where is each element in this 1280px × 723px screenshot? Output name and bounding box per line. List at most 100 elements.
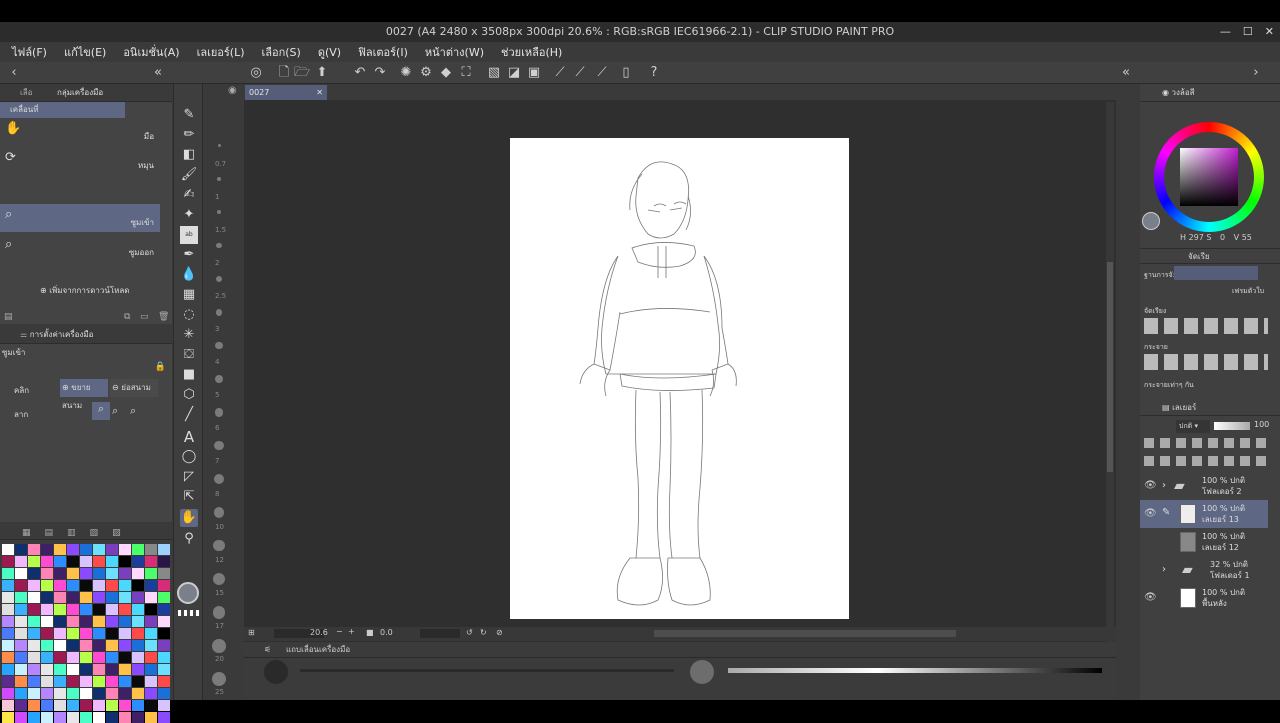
layer-property-buttons[interactable] [1144,438,1272,448]
fill-icon[interactable]: ◆ [438,65,454,81]
color-swatch[interactable] [132,556,144,567]
color-swatch[interactable] [119,688,131,699]
color-swatch[interactable] [145,652,157,663]
color-swatch[interactable] [145,640,157,651]
color-swatch[interactable] [28,652,40,663]
tab-tool-list[interactable]: เลือ [20,88,32,97]
layer-row[interactable]: 👁 100 % ปกติ พื้นหลัง [1140,584,1268,612]
color-swatch[interactable] [93,604,105,615]
brush-size-preset[interactable] [212,606,226,619]
color-swatch[interactable] [93,640,105,651]
color-swatch[interactable] [15,700,27,711]
color-swatch[interactable] [106,568,118,579]
color-swatch[interactable] [93,556,105,567]
color-swatch[interactable] [93,676,105,687]
brush-size-slider-track[interactable] [300,669,674,672]
color-swatch[interactable] [132,592,144,603]
color-swatch[interactable] [54,556,66,567]
zoom-out-option[interactable]: ⊖ ย่อสนาม [110,379,158,397]
loading-icon[interactable]: ✺ [398,65,414,81]
balloon-tool-icon[interactable]: ◯ [180,448,198,466]
color-swatch[interactable] [41,676,53,687]
color-swatch[interactable] [2,580,14,591]
color-swatch[interactable] [106,652,118,663]
color-swatch[interactable] [54,604,66,615]
color-swatch[interactable] [67,640,79,651]
color-swatch[interactable] [15,652,27,663]
brush-size-preset[interactable] [214,408,224,417]
color-swatch[interactable] [54,544,66,555]
color-swatch[interactable] [41,640,53,651]
brush-size-preset[interactable] [214,441,224,451]
color-swatch[interactable] [28,664,40,675]
eye-icon[interactable]: 👁 [1144,508,1157,519]
minimize-button[interactable]: — [1220,22,1231,42]
color-swatch[interactable] [158,652,170,663]
brush-size-preset[interactable] [215,309,223,316]
color-swatch[interactable] [15,640,27,651]
color-swatch[interactable] [145,700,157,711]
color-swatch[interactable] [80,640,92,651]
subtool-zoom-out[interactable]: ⌕ ซูมออก [0,234,160,262]
undo-icon[interactable]: ↶ [352,65,368,81]
color-swatch[interactable] [15,604,27,615]
color-swatch[interactable] [28,604,40,615]
color-swatch[interactable] [67,604,79,615]
angle-slider[interactable] [420,629,460,638]
subtool-zoom-in[interactable]: ⌕ ซูมเข้า [0,204,160,232]
color-swatch[interactable] [28,676,40,687]
tool-property-tab[interactable]: การตั้งค่าเครื่องมือ [30,330,94,339]
ruler-snap-icon[interactable]: ⟋ [552,65,568,81]
grid-snap-icon[interactable]: ⟋ [594,65,610,81]
color-swatch[interactable] [80,712,92,723]
distribute-buttons[interactable] [1144,354,1268,370]
blend-tool-icon[interactable]: 💧 [180,266,198,284]
color-swatch[interactable] [132,616,144,627]
vertical-scroll-thumb[interactable] [1107,262,1113,472]
color-swatch[interactable] [41,592,53,603]
chevron-right-icon[interactable]: › [1248,65,1264,81]
menu-file[interactable]: ไฟล์(F) [12,43,47,61]
color-swatch[interactable] [106,592,118,603]
color-swatch[interactable] [28,592,40,603]
color-swatch[interactable] [132,640,144,651]
color-swatch[interactable] [158,688,170,699]
color-swatch[interactable] [158,604,170,615]
layer-command-buttons[interactable] [1144,456,1272,466]
color-swatch[interactable] [41,688,53,699]
color-swatch[interactable] [158,556,170,567]
color-swatch[interactable] [54,616,66,627]
color-swatch[interactable] [67,700,79,711]
3d-object-tool-icon[interactable]: ⬡ [180,386,198,404]
fill-tool-icon[interactable]: ⛋ [180,346,198,364]
color-swatch[interactable] [15,712,27,723]
color-swatch[interactable] [28,568,40,579]
color-swatch[interactable] [67,544,79,555]
color-swatch[interactable] [145,592,157,603]
color-swatch[interactable] [67,616,79,627]
angle-value[interactable]: 0.0 [380,628,393,637]
color-swatch[interactable] [41,616,53,627]
color-swatch[interactable] [132,688,144,699]
color-swatch[interactable] [2,676,14,687]
align-target-buttons[interactable] [1174,266,1258,280]
color-swatch[interactable] [54,580,66,591]
color-swatch[interactable] [41,604,53,615]
menu-window[interactable]: หน้าต่าง(W) [425,43,484,61]
color-swatch[interactable] [93,616,105,627]
selection-clear-icon[interactable]: ▧ [486,65,502,81]
color-history-tab-icon[interactable]: ▧ [90,524,99,539]
color-swatch[interactable] [132,664,144,675]
color-swatch[interactable] [2,616,14,627]
color-swatch[interactable] [93,712,105,723]
help-icon[interactable]: ? [646,65,662,81]
menu-filter[interactable]: ฟิลเตอร์(I) [358,43,408,61]
color-swatch[interactable] [15,592,27,603]
color-swatch[interactable] [119,652,131,663]
pen-nib-tool-icon[interactable]: ✒ [180,246,198,264]
color-swatch[interactable] [80,556,92,567]
color-swatch[interactable] [67,712,79,723]
color-swatch[interactable] [2,604,14,615]
settings-gear-icon[interactable]: ⚙ [418,65,434,81]
color-swatch[interactable] [145,556,157,567]
